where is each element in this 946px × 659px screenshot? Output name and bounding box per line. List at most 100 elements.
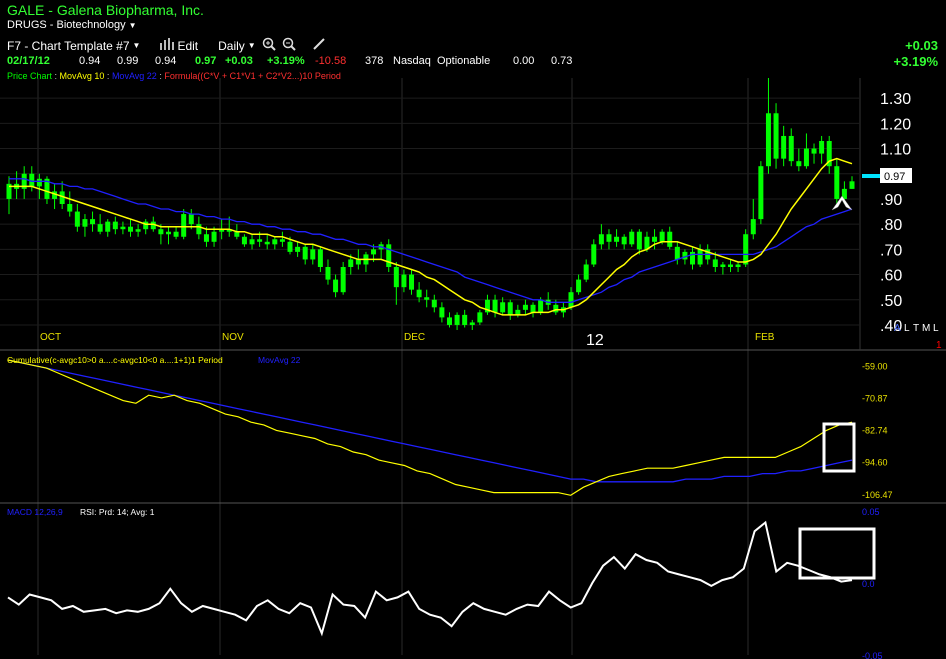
y-tick-label: 1.30 [880, 91, 911, 108]
candle-body [591, 244, 597, 265]
candle-body [105, 221, 111, 232]
candle-body [522, 304, 528, 310]
candle-body [727, 264, 733, 267]
candle-body [743, 234, 749, 265]
candle-body [431, 299, 437, 308]
candle-body [553, 304, 559, 313]
candle-body [477, 312, 483, 323]
candle-body [196, 224, 202, 235]
candle-body [765, 113, 771, 167]
p3-legend-rsi: RSI: Prd: 14; Avg: 1 [80, 507, 155, 517]
candle-body [446, 317, 452, 325]
candle-body [211, 231, 217, 242]
candle-body [295, 246, 301, 252]
x-label-12: 12 [586, 332, 604, 349]
candle-body [401, 274, 407, 288]
y-tick-label: 0.05 [862, 507, 880, 517]
y-tick-label: -70.87 [862, 394, 888, 404]
x-label-feb: FEB [755, 332, 775, 343]
candle-body [735, 264, 741, 267]
y-tick-label: .90 [880, 192, 902, 209]
candle-body [90, 219, 96, 225]
candle-body [416, 289, 422, 298]
red-mark-icon: 1 [936, 340, 942, 351]
candle-body [158, 229, 164, 235]
candle-body [849, 181, 855, 189]
candle-body [621, 236, 627, 245]
x-label-dec: DEC [404, 332, 425, 343]
candle-body [333, 279, 339, 293]
candle-body [181, 214, 187, 237]
alml-l[interactable]: L [904, 323, 910, 334]
candle-body [576, 279, 582, 293]
candle-body [36, 178, 42, 187]
candle-body [143, 221, 149, 230]
candle-body [112, 221, 118, 230]
alml-l2[interactable]: L [933, 323, 939, 334]
candle-body [781, 135, 787, 159]
candle-body [409, 274, 415, 290]
candle-body [371, 249, 377, 255]
candle-body [74, 211, 80, 227]
candle-body [606, 234, 612, 242]
candle-body [188, 214, 194, 225]
y-tick-label: .70 [880, 242, 902, 259]
chart-area[interactable]: 1.301.201.101.00.90.80.70.60.50.40 -59.0… [0, 0, 946, 659]
alml-m[interactable]: M [922, 323, 930, 334]
candle-body [750, 219, 756, 235]
candle-body [340, 267, 346, 293]
ma10-line [9, 157, 853, 316]
candle-body [165, 231, 171, 235]
candle-body [393, 267, 399, 288]
candle-body [629, 231, 635, 245]
candle-body [325, 267, 331, 280]
y-tick-label: 1.10 [880, 142, 911, 159]
cumulative-ma-line [7, 359, 853, 483]
candle-body [538, 299, 544, 313]
candle-body [241, 236, 247, 245]
candle-body [454, 314, 460, 325]
candle-body [811, 148, 817, 154]
candle-body [788, 135, 794, 162]
candle-body [348, 259, 354, 267]
candle-body [614, 236, 620, 242]
candle-body [249, 239, 255, 245]
candle-body [257, 239, 263, 242]
candle-body [97, 224, 103, 232]
candle-body [82, 219, 88, 227]
y-tick-label: 0.0 [862, 579, 875, 589]
candle-body [515, 309, 521, 315]
last-price-tag: 0.97 [884, 171, 905, 183]
candle-body [667, 231, 673, 247]
alml-t[interactable]: T [913, 323, 919, 334]
candle-body [302, 246, 308, 260]
y-tick-label: -0.05 [862, 651, 883, 659]
candle-body [120, 226, 126, 230]
candle-body [424, 297, 430, 300]
candle-body [803, 148, 809, 167]
candle-body [234, 231, 240, 237]
cumulative-line [7, 359, 853, 496]
candle-body [492, 299, 498, 313]
candle-body [128, 226, 134, 232]
x-label-oct: OCT [40, 332, 61, 343]
x-label-nov: NOV [222, 332, 244, 343]
candle-body [697, 249, 703, 265]
candle-body [507, 302, 513, 315]
y-tick-label: .60 [880, 268, 902, 285]
candle-body [598, 234, 604, 245]
alml-a[interactable]: A [894, 323, 901, 334]
candle-body [674, 246, 680, 260]
candle-body [568, 292, 574, 308]
candle-body [135, 229, 141, 232]
annotation-box-cumulative [822, 422, 856, 473]
candle-body [355, 259, 361, 265]
candle-body [310, 249, 316, 260]
candle-body [819, 141, 825, 154]
candle-body [712, 259, 718, 267]
rsi-line [7, 520, 853, 637]
y-tick-label: .50 [880, 293, 902, 310]
candle-body [287, 241, 293, 252]
candle-body [67, 204, 73, 212]
candle-body [652, 236, 658, 242]
